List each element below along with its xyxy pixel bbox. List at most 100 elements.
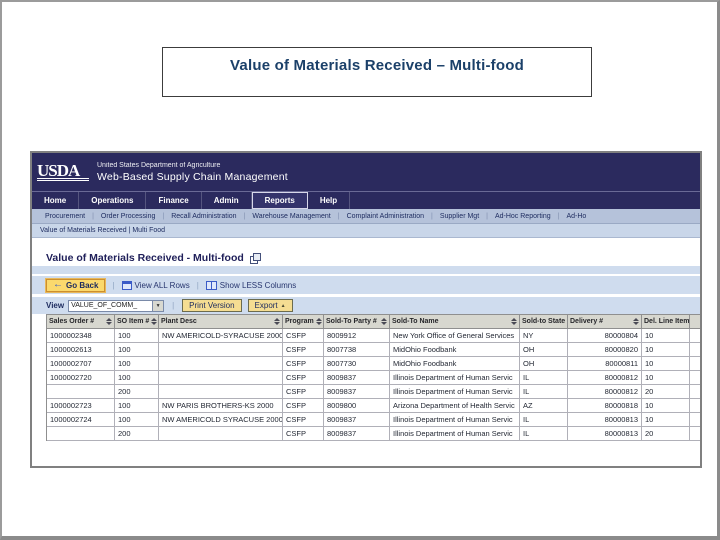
view-all-rows-label: View ALL Rows	[134, 280, 190, 290]
cell-sold-to-party: 8009837	[324, 427, 390, 441]
cell-sold-to-state: IL	[520, 427, 568, 441]
column-header-del-line-item[interactable]: Del. Line Item	[642, 315, 690, 329]
column-header-label: Sold-To Party #	[326, 318, 377, 325]
cell-sold-to-party: 8007738	[324, 343, 390, 357]
cell-program: CSFP	[283, 371, 324, 385]
sort-icon[interactable]	[381, 318, 387, 325]
column-header-sales-order[interactable]: Sales Order #	[47, 315, 115, 329]
cell-sold-to-party: 8009837	[324, 371, 390, 385]
menu-tab-finance[interactable]: Finance	[146, 192, 202, 209]
cell-sold-to-state: OH	[520, 343, 568, 357]
table-row: 1000002707 100 CSFP 8007730 MidOhio Foodbank…	[47, 357, 700, 371]
sort-icon[interactable]	[315, 318, 322, 325]
slide-title: Value of Materials Received – Multi-food	[230, 57, 524, 74]
cell-clipped	[690, 427, 700, 441]
sort-icon[interactable]	[151, 318, 158, 325]
cell-sold-to-party: 8009912	[324, 329, 390, 343]
submenu-item-complaint-administration[interactable]: Complaint Administration	[340, 213, 431, 220]
show-less-columns-button[interactable]: Show LESS Columns	[205, 280, 296, 290]
sort-icon[interactable]	[633, 318, 639, 325]
menu-tab-admin[interactable]: Admin	[202, 192, 252, 209]
view-select-value[interactable]: VALUE_OF_COMM_	[68, 299, 153, 312]
cell-so-item: 100	[115, 413, 159, 427]
cell-sales-order	[47, 385, 115, 399]
go-back-button[interactable]: ← Go Back	[44, 277, 107, 293]
go-back-arrow-icon: ←	[53, 279, 63, 290]
agency-line2: Web-Based Supply Chain Management	[97, 170, 288, 183]
sort-icon[interactable]	[511, 318, 517, 325]
cell-del-line-item: 10	[642, 371, 690, 385]
report-table: Sales Order # SO Item # Plant Desc Program S…	[46, 314, 700, 441]
view-label: View	[46, 301, 65, 310]
cell-del-line-item: 10	[642, 357, 690, 371]
column-header-clipped	[690, 315, 700, 329]
cell-clipped	[690, 371, 700, 385]
cell-delivery: 80000811	[568, 357, 642, 371]
chevron-down-icon: ▼	[155, 302, 161, 309]
submenu-bar: Procurement | Order Processing | Recall Admi…	[32, 209, 700, 224]
submenu-item-ad-ho[interactable]: Ad-Ho	[559, 213, 593, 220]
column-header-sold-to-state[interactable]: Sold-to State	[520, 315, 568, 329]
cell-program: CSFP	[283, 343, 324, 357]
view-select-dropdown-button[interactable]: ▼	[152, 299, 165, 312]
toolbar-separator: |	[112, 280, 115, 290]
cell-del-line-item: 10	[642, 329, 690, 343]
menu-tab-operations[interactable]: Operations	[79, 192, 147, 209]
print-version-button[interactable]: Print Version	[182, 299, 242, 312]
table-row: 200 CSFP 8009837 Illinois Department of Hum…	[47, 385, 700, 399]
submenu-item-order-processing[interactable]: Order Processing	[94, 213, 162, 220]
column-header-delivery[interactable]: Delivery #	[568, 315, 642, 329]
slide-title-box: Value of Materials Received – Multi-food	[162, 47, 592, 97]
column-header-so-item[interactable]: SO Item #	[115, 315, 159, 329]
menu-tab-home[interactable]: Home	[32, 192, 80, 209]
menu-tab-reports[interactable]: Reports	[251, 192, 308, 209]
sort-icon[interactable]	[106, 318, 112, 325]
cell-sold-to-name: Illinois Department of Human Servic	[390, 385, 520, 399]
cell-sold-to-party: 8009837	[324, 413, 390, 427]
submenu-item-procurement[interactable]: Procurement	[38, 213, 92, 220]
table-body: 1000002348 100 NW AMERICOLD-SYRACUSE 2000 C…	[47, 329, 700, 441]
column-header-plant-desc[interactable]: Plant Desc	[159, 315, 283, 329]
column-header-sold-to-party[interactable]: Sold-To Party #	[324, 315, 390, 329]
cell-del-line-item: 20	[642, 427, 690, 441]
sort-icon[interactable]	[274, 318, 280, 325]
cell-sold-to-party: 8009800	[324, 399, 390, 413]
submenu-item-recall-administration[interactable]: Recall Administration	[164, 213, 243, 220]
toolbar-separator: |	[196, 280, 199, 290]
submenu-item-ad-hoc-reporting[interactable]: Ad-Hoc Reporting	[488, 213, 558, 220]
column-header-sold-to-name[interactable]: Sold-To Name	[390, 315, 520, 329]
cell-sales-order	[47, 427, 115, 441]
table-row: 1000002720 100 CSFP 8009837 Illinois Departm…	[47, 371, 700, 385]
table-header-row: Sales Order # SO Item # Plant Desc Program S…	[47, 314, 700, 329]
submenu-item-supplier-mgt[interactable]: Supplier Mgt	[433, 213, 486, 220]
cell-so-item: 100	[115, 399, 159, 413]
cell-sold-to-party: 8007730	[324, 357, 390, 371]
view-all-rows-button[interactable]: View ALL Rows	[121, 280, 190, 290]
cell-so-item: 100	[115, 357, 159, 371]
cell-del-line-item: 20	[642, 385, 690, 399]
cell-so-item: 200	[115, 427, 159, 441]
view-select[interactable]: VALUE_OF_COMM_ ▼	[68, 299, 165, 312]
cell-delivery: 80000813	[568, 427, 642, 441]
cell-program: CSFP	[283, 357, 324, 371]
table-row: 1000002348 100 NW AMERICOLD-SYRACUSE 2000 C…	[47, 329, 700, 343]
cell-clipped	[690, 399, 700, 413]
column-header-program[interactable]: Program	[283, 315, 324, 329]
column-header-label: Plant Desc	[161, 318, 197, 325]
cell-sold-to-name: MidOhio Foodbank	[390, 357, 520, 371]
cell-program: CSFP	[283, 413, 324, 427]
cell-clipped	[690, 413, 700, 427]
export-button[interactable]: Export ▲	[247, 299, 293, 312]
table-row: 1000002723 100 NW PARIS BROTHERS-KS 2000 CS…	[47, 399, 700, 413]
wbscm-application-window: USDA United States Department of Agricul…	[30, 151, 702, 468]
cell-sold-to-state: IL	[520, 371, 568, 385]
menu-tab-help[interactable]: Help	[308, 192, 351, 209]
column-header-label: Program	[285, 318, 314, 325]
cell-sales-order: 1000002724	[47, 413, 115, 427]
cell-sold-to-state: OH	[520, 357, 568, 371]
cell-plant-desc	[159, 427, 283, 441]
cell-plant-desc	[159, 371, 283, 385]
cell-so-item: 100	[115, 343, 159, 357]
open-in-window-icon[interactable]	[249, 253, 261, 264]
submenu-item-warehouse-management[interactable]: Warehouse Management	[245, 213, 337, 220]
